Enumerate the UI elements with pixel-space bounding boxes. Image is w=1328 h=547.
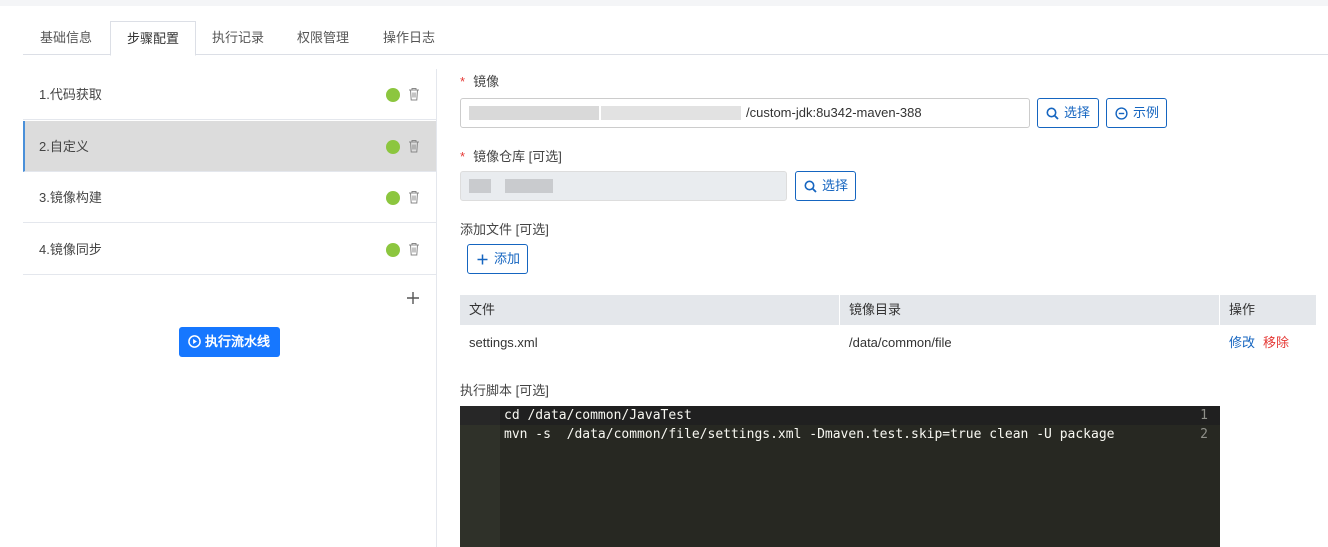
trash-icon[interactable]	[408, 242, 420, 256]
redacted-text	[469, 179, 491, 193]
script-editor[interactable]: 1 2 cd /data/common/JavaTest mvn -s /dat…	[460, 406, 1220, 547]
step-label: 4.镜像同步	[39, 242, 102, 257]
step-item[interactable]: 2.自定义	[23, 121, 436, 172]
step-label: 1.代码获取	[39, 87, 102, 102]
repo-select-button[interactable]: 选择	[795, 171, 856, 201]
cell-file: settings.xml	[469, 335, 538, 350]
add-file-button[interactable]: 添加	[467, 244, 528, 274]
image-example-button[interactable]: 示例	[1106, 98, 1167, 128]
panel-divider	[436, 69, 437, 547]
tab-permissions[interactable]: 权限管理	[280, 21, 366, 55]
status-dot-icon	[386, 243, 400, 257]
status-dot-icon	[386, 140, 400, 154]
step-item[interactable]: 3.镜像构建	[23, 172, 436, 223]
image-input[interactable]: /custom-jdk:8u342-maven-388	[460, 98, 1030, 128]
run-pipeline-button[interactable]: 执行流水线	[179, 327, 280, 357]
repo-label: * 镜像仓库 [可选]	[460, 146, 562, 165]
trash-icon[interactable]	[408, 190, 420, 204]
required-mark: *	[460, 149, 466, 164]
step-label: 3.镜像构建	[39, 190, 102, 205]
image-select-label: 选择	[1064, 105, 1091, 120]
add-file-button-label: 添加	[494, 251, 521, 266]
top-strip	[0, 0, 1328, 6]
repo-input	[460, 171, 787, 201]
cell-dir: /data/common/file	[849, 335, 952, 350]
tab-exec-records[interactable]: 执行记录	[195, 21, 281, 55]
line-number: 2	[1200, 427, 1208, 442]
add-step-plus-icon[interactable]	[406, 291, 420, 305]
line-number: 1	[1200, 408, 1208, 423]
step-item[interactable]: 4.镜像同步	[23, 224, 436, 275]
step-label: 2.自定义	[39, 139, 89, 154]
table-header: 文件 镜像目录 操作	[460, 295, 1316, 325]
script-label: 执行脚本 [可选]	[460, 383, 549, 398]
step-item[interactable]: 1.代码获取	[23, 69, 436, 120]
tab-operation-log[interactable]: 操作日志	[366, 21, 452, 55]
image-input-value: /custom-jdk:8u342-maven-388	[746, 105, 922, 120]
edit-link[interactable]: 修改	[1229, 333, 1255, 353]
status-dot-icon	[386, 88, 400, 102]
step-list-panel: 1.代码获取 2.自定义 3.镜像构建 4.镜像同步 执行流水线	[23, 69, 436, 547]
code-line: mvn -s /data/common/file/settings.xml -D…	[504, 427, 1115, 442]
column-header-actions: 操作	[1229, 302, 1256, 317]
tab-bar: 基础信息 步骤配置 执行记录 权限管理 操作日志	[23, 21, 1328, 56]
image-label-text: 镜像	[473, 74, 500, 89]
status-dot-icon	[386, 191, 400, 205]
required-mark: *	[460, 74, 466, 89]
search-icon	[804, 180, 817, 193]
redacted-text	[505, 179, 553, 193]
editor-gutter	[460, 406, 500, 547]
image-label: * 镜像	[460, 71, 499, 90]
column-header-file: 文件	[460, 295, 840, 325]
column-header-dir: 镜像目录	[840, 295, 1220, 325]
add-file-label: 添加文件 [可选]	[460, 222, 549, 237]
image-example-label: 示例	[1133, 105, 1160, 120]
play-circle-icon	[188, 335, 201, 348]
active-gutter-highlight	[460, 406, 500, 425]
tab-basic-info[interactable]: 基础信息	[23, 21, 109, 55]
minus-circle-icon	[1115, 107, 1128, 120]
plus-icon	[477, 254, 488, 265]
repo-select-label: 选择	[822, 178, 849, 193]
trash-icon[interactable]	[408, 87, 420, 101]
image-select-button[interactable]: 选择	[1037, 98, 1099, 128]
search-icon	[1046, 107, 1059, 120]
redacted-text	[469, 106, 599, 120]
tab-step-config[interactable]: 步骤配置	[110, 21, 196, 56]
trash-icon[interactable]	[408, 139, 420, 153]
code-line: cd /data/common/JavaTest	[504, 408, 692, 423]
redacted-text	[601, 106, 741, 120]
remove-link[interactable]: 移除	[1263, 333, 1289, 353]
repo-label-text: 镜像仓库 [可选]	[473, 149, 562, 164]
run-pipeline-label: 执行流水线	[205, 334, 271, 349]
